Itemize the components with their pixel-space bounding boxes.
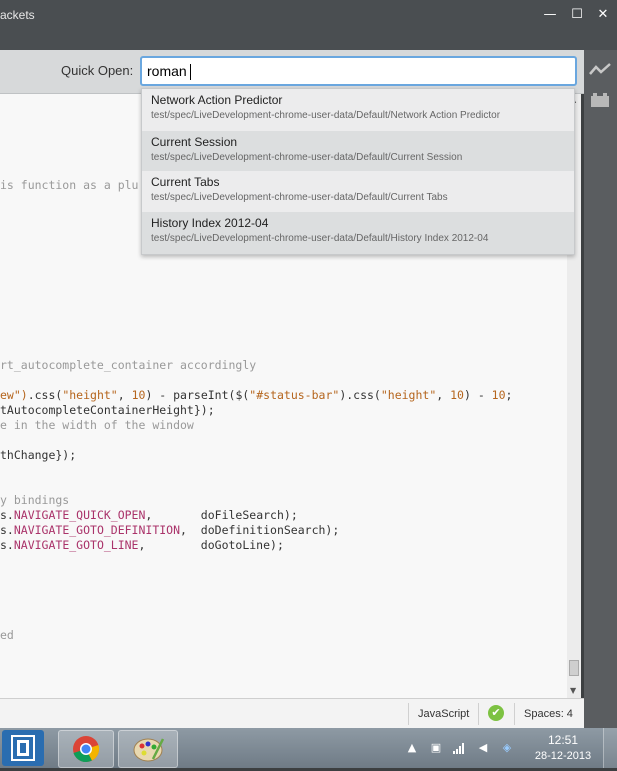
maximize-button[interactable]: ☐: [568, 6, 586, 24]
result-name: Current Tabs: [151, 175, 220, 189]
language-selector[interactable]: JavaScript: [418, 708, 469, 720]
scroll-down-icon[interactable]: ▼: [570, 686, 576, 695]
quick-open-input[interactable]: roman: [140, 56, 577, 86]
result-name: Network Action Predictor: [151, 93, 283, 107]
result-path: test/spec/LiveDevelopment-chrome-user-da…: [151, 233, 489, 244]
status-divider: [514, 703, 515, 725]
volume-icon[interactable]: ◀: [476, 742, 490, 754]
paint-taskbar-icon[interactable]: [118, 730, 178, 768]
minimize-button[interactable]: —: [541, 6, 559, 24]
show-hidden-icons-icon[interactable]: ▲: [406, 742, 418, 754]
scrollbar-thumb[interactable]: [569, 660, 579, 676]
result-item[interactable]: Current Tabs test/spec/LiveDevelopment-c…: [142, 171, 574, 213]
status-bar: JavaScript ✔ Spaces: 4: [0, 698, 584, 728]
text-caret: [189, 64, 191, 81]
result-path: test/spec/LiveDevelopment-chrome-user-da…: [151, 152, 463, 163]
brackets-taskbar-icon[interactable]: [2, 730, 44, 766]
result-name: History Index 2012-04: [151, 216, 269, 230]
status-divider: [408, 703, 409, 725]
result-item[interactable]: Current Session test/spec/LiveDevelopmen…: [142, 131, 574, 173]
live-preview-icon[interactable]: [588, 62, 612, 78]
right-toolbar: [584, 50, 617, 728]
quick-open-label: Quick Open:: [61, 63, 134, 78]
dropbox-icon[interactable]: ◈: [500, 742, 514, 754]
result-path: test/spec/LiveDevelopment-chrome-user-da…: [151, 192, 448, 203]
extension-manager-icon[interactable]: [588, 92, 612, 108]
code-line: s.NAVIGATE_GOTO_DEFINITION, doDefinition…: [0, 523, 340, 537]
network-signal-icon[interactable]: [452, 742, 466, 754]
show-desktop-button[interactable]: [603, 728, 617, 768]
usb-device-icon[interactable]: ▣: [429, 742, 443, 754]
code-line: thChange});: [0, 448, 77, 462]
clock-time[interactable]: 12:51: [538, 733, 588, 747]
taskbar: ▲ ▣ ◀ ◈ 12:51 28-12-2013: [0, 728, 617, 768]
chrome-taskbar-icon[interactable]: [58, 730, 114, 768]
code-line: e in the width of the window: [0, 418, 194, 432]
code-line: y bindings: [0, 493, 70, 507]
result-item[interactable]: History Index 2012-04 test/spec/LiveDeve…: [142, 212, 574, 254]
indent-setting[interactable]: Spaces: 4: [524, 708, 573, 720]
code-line: rt_autocomplete_container accordingly: [0, 358, 257, 372]
title-bar: ackets — ☐ ✕: [0, 0, 617, 50]
code-line: ed: [0, 628, 14, 642]
code-line: ew").css("height", 10) - parseInt($("#st…: [0, 388, 513, 402]
code-line: is function as a plu: [0, 178, 139, 192]
result-item[interactable]: Network Action Predictor test/spec/LiveD…: [142, 89, 574, 131]
result-path: test/spec/LiveDevelopment-chrome-user-da…: [151, 110, 501, 121]
lint-ok-icon[interactable]: ✔: [488, 705, 504, 721]
status-divider: [478, 703, 479, 725]
window-title: ackets: [0, 8, 35, 22]
result-name: Current Session: [151, 135, 238, 149]
clock-date[interactable]: 28-12-2013: [532, 750, 594, 762]
quick-open-results: Network Action Predictor test/spec/LiveD…: [141, 88, 575, 255]
code-line: s.NAVIGATE_GOTO_LINE, doGotoLine);: [0, 538, 284, 552]
quick-open-value: roman: [147, 63, 187, 79]
code-line: s.NAVIGATE_QUICK_OPEN, doFileSearch);: [0, 508, 298, 522]
close-button[interactable]: ✕: [594, 6, 612, 24]
code-line: tAutocompleteContainerHeight});: [0, 403, 215, 417]
